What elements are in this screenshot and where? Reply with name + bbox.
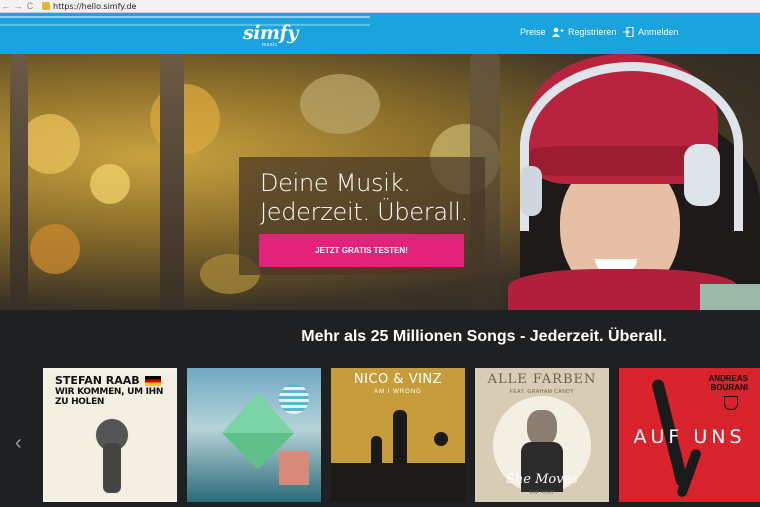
logo-subtitle: music: [262, 42, 278, 48]
album-subtitle: FAR AWAY: [529, 490, 555, 496]
album-artist: STEFAN RAAB: [55, 374, 140, 387]
album-art-figure: [93, 415, 131, 495]
album-art-figure: [371, 436, 382, 486]
album-artist: NICO & VINZ: [353, 372, 443, 387]
render-artifact: [0, 16, 370, 18]
nav-registrieren-label: Registrieren: [568, 27, 617, 37]
album-cover-nico-vinz[interactable]: NICO & VINZ AM I WRONG: [331, 368, 465, 502]
nav-anmelden-link[interactable]: Anmelden: [623, 27, 679, 37]
back-icon[interactable]: ←: [0, 0, 12, 12]
german-flag-icon: [145, 376, 161, 386]
album-title: AM I WRONG: [374, 389, 422, 395]
tree-trunk: [10, 54, 28, 310]
tree-trunk: [160, 54, 184, 310]
hero-headline-2: Jederzeit. Überall.: [260, 198, 468, 226]
album-feature: FEAT. GRAHAM CANDY: [509, 389, 575, 395]
hero-message-box: Deine Musik. Jederzeit. Überall. JETZT G…: [239, 157, 485, 275]
site-header: simfy music Preise Registrieren Anmelden: [0, 13, 760, 54]
songs-section-title: Mehr als 25 Millionen Songs - Jederzeit.…: [0, 328, 760, 346]
album-cover-stefan-raab[interactable]: STEFAN RAAB WIR KOMMEN, UM IHN ZU HOLEN: [43, 368, 177, 502]
headphone-cup-right: [684, 144, 720, 206]
album-artist: ANDREAS BOURANI: [708, 374, 748, 392]
nav-preise-link[interactable]: Preise: [520, 27, 546, 37]
address-bar[interactable]: https://hello.simfy.de: [53, 2, 136, 11]
headphone-cup-left: [520, 166, 542, 216]
add-user-icon: [552, 27, 564, 37]
bokeh-light: [30, 224, 80, 274]
reload-icon[interactable]: C: [24, 0, 36, 12]
bokeh-light: [300, 74, 380, 134]
album-title: She Moves: [506, 472, 578, 487]
nav-registrieren-link[interactable]: Registrieren: [552, 27, 617, 37]
sweater: [700, 284, 760, 310]
album-cover-clean-bandit[interactable]: [187, 368, 321, 502]
bokeh-light: [90, 164, 130, 204]
album-artist: ALLE FARBEN: [487, 372, 597, 387]
forward-icon[interactable]: →: [12, 0, 24, 12]
album-title: WIR KOMMEN, UM IHN ZU HOLEN: [55, 387, 164, 407]
lock-icon: [42, 2, 50, 10]
nav-anmelden-label: Anmelden: [638, 27, 679, 37]
render-artifact: [0, 24, 370, 26]
songs-title-text: Mehr als 25 Millionen Songs - Jederzeit.…: [301, 328, 667, 345]
album-art-figure: [393, 410, 407, 490]
album-cover-andreas-bourani[interactable]: ANDREAS BOURANI AUF UNS: [619, 368, 760, 502]
album-art-globe: [279, 384, 309, 414]
album-art-ball: [434, 432, 448, 446]
hero-banner: Deine Musik. Jederzeit. Überall. JETZT G…: [0, 54, 760, 310]
try-free-button[interactable]: JETZT GRATIS TESTEN!: [259, 234, 464, 267]
carousel-prev-icon[interactable]: ‹: [15, 432, 22, 455]
browser-toolbar: ← → C https://hello.simfy.de: [0, 0, 760, 13]
album-title: AUF UNS: [633, 426, 746, 448]
album-art-photo: [279, 451, 309, 485]
nav-preise-label: Preise: [520, 27, 546, 37]
login-icon: [623, 27, 634, 37]
album-art-cat: [527, 410, 557, 446]
album-cover-alle-farben[interactable]: ALLE FARBEN FEAT. GRAHAM CANDY She Moves…: [475, 368, 609, 502]
simfy-logo[interactable]: simfy: [243, 22, 298, 44]
hero-headline-1: Deine Musik.: [260, 169, 411, 197]
bokeh-light: [20, 114, 80, 174]
album-art-emblem: [724, 396, 738, 410]
